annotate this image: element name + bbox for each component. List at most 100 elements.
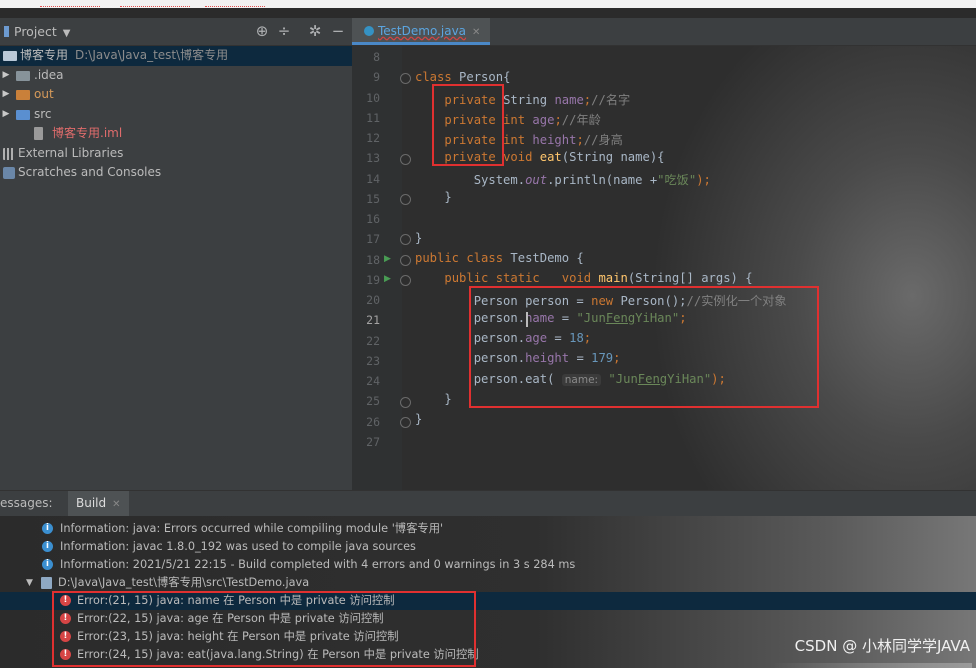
- code-token: }: [444, 392, 452, 406]
- code-token: class: [415, 70, 460, 84]
- message-row[interactable]: i Information: java: Errors occurred whi…: [0, 520, 976, 538]
- info-icon: i: [42, 541, 53, 552]
- code-line-18: public class TestDemo {: [415, 251, 584, 265]
- project-panel: Project ▼ ⊕ ÷ ✲ − 博客专用 D:\Java\Java_test\博…: [0, 18, 352, 490]
- fold-marker-icon[interactable]: [400, 154, 411, 165]
- tree-item-label: src: [34, 106, 52, 121]
- line-number: 19: [366, 272, 380, 287]
- run-arrow-icon[interactable]: ▶: [384, 254, 391, 264]
- message-file-row[interactable]: ▼ D:\Java\Java_test\博客专用\src\TestDemo.ja…: [0, 574, 976, 592]
- message-text: Information: java: Errors occurred while…: [60, 522, 444, 535]
- chevron-right-icon[interactable]: ▶: [0, 85, 12, 105]
- code-comment: //名字: [591, 93, 631, 107]
- tree-item-root[interactable]: 博客专用 D:\Java\Java_test\博客专用: [0, 46, 352, 66]
- tab-build[interactable]: Build ✕: [68, 491, 129, 516]
- code-token: }: [415, 231, 423, 245]
- code-comment: //身高: [583, 133, 623, 147]
- code-line-15: }: [415, 190, 451, 204]
- iml-file-icon: [34, 127, 43, 140]
- line-number: 26: [366, 414, 380, 429]
- code-line-17: }: [415, 231, 422, 245]
- line-number: 12: [366, 131, 380, 145]
- code-token: ;: [576, 133, 584, 147]
- fold-marker-icon[interactable]: [400, 417, 411, 428]
- watermark: CSDN @ 小林同学学JAVA: [794, 637, 970, 655]
- tab-label: Build: [76, 496, 107, 510]
- gear-icon[interactable]: ✲: [305, 21, 325, 41]
- project-view-selector[interactable]: Project ▼: [4, 24, 70, 39]
- annotation-box-errors: [52, 591, 476, 667]
- project-icon: [4, 26, 9, 37]
- code-token: System.: [473, 173, 526, 187]
- tab-testdemo-java[interactable]: TestDemo.java ✕: [352, 18, 491, 45]
- chevron-right-icon[interactable]: ▶: [0, 105, 12, 125]
- folder-icon: [16, 109, 30, 120]
- watermark-url-fade: [772, 663, 972, 668]
- tree-item-src[interactable]: ▶ src: [0, 105, 352, 125]
- line-number: 13: [366, 151, 380, 166]
- code-token: public class: [415, 251, 511, 265]
- collapse-icon[interactable]: ÷: [274, 21, 294, 41]
- line-number: 23: [366, 353, 380, 368]
- code-token: }: [415, 412, 423, 426]
- tree-item-out[interactable]: ▶ out: [0, 85, 352, 105]
- line-number: 9: [373, 70, 380, 85]
- line-number: 14: [366, 171, 380, 186]
- folder-icon: [16, 90, 30, 100]
- annotation-box-access: [469, 286, 819, 408]
- code-editor[interactable]: ▶ ▶ class Person{ private String name;//…: [352, 46, 976, 490]
- tree-item-iml[interactable]: 博客专用.iml: [0, 124, 352, 144]
- tree-item-external-libraries[interactable]: External Libraries: [0, 144, 352, 164]
- close-icon[interactable]: ✕: [472, 27, 480, 38]
- chevron-down-icon[interactable]: ▼: [26, 574, 33, 592]
- tree-item-label: 博客专用: [20, 48, 69, 62]
- tree-item-label: out: [34, 87, 54, 101]
- annotation-box-private: [432, 84, 504, 166]
- message-row[interactable]: i Information: javac 1.8.0_192 was used …: [0, 538, 976, 556]
- libraries-icon: [3, 147, 15, 160]
- fold-marker-icon[interactable]: [400, 73, 411, 84]
- code-token: int: [503, 113, 533, 127]
- code-token: (String name){: [561, 150, 665, 164]
- line-number: 11: [366, 110, 380, 125]
- minimize-icon[interactable]: −: [328, 21, 348, 41]
- line-number: 17: [366, 232, 380, 247]
- editor-tab-bar: TestDemo.java ✕: [352, 18, 976, 46]
- chevron-down-icon: ▼: [62, 28, 71, 39]
- code-token: (String[] args) {: [627, 271, 753, 285]
- top-strip: [0, 0, 976, 8]
- run-arrow-icon[interactable]: ▶: [384, 274, 391, 284]
- locate-icon[interactable]: ⊕: [252, 21, 272, 41]
- code-comment: //年龄: [561, 113, 601, 127]
- code-line-14: System.out.println(name +"吃饭");: [415, 170, 711, 188]
- messages-list: i Information: java: Errors occurred whi…: [0, 516, 976, 668]
- line-number: 25: [366, 394, 380, 409]
- fold-marker-icon[interactable]: [400, 255, 411, 266]
- message-text: D:\Java\Java_test\博客专用\src\TestDemo.java: [58, 576, 310, 589]
- fold-marker-icon[interactable]: [400, 275, 411, 286]
- message-row[interactable]: i Information: 2021/5/21 22:15 - Build c…: [0, 556, 976, 574]
- fold-marker-icon[interactable]: [400, 397, 411, 408]
- code-token: ;: [554, 113, 562, 127]
- code-token: public static: [444, 271, 548, 285]
- line-number: 22: [366, 333, 380, 348]
- code-token: String: [503, 93, 555, 107]
- fold-marker-icon[interactable]: [400, 194, 411, 205]
- code-token: eat: [539, 150, 562, 164]
- close-icon[interactable]: ✕: [112, 499, 120, 510]
- info-icon: i: [42, 559, 53, 570]
- line-number: 24: [366, 374, 380, 388]
- code-line-9: class Person{: [415, 70, 510, 84]
- tree-item-idea[interactable]: ▶ .idea: [0, 66, 352, 86]
- fold-marker-icon[interactable]: [400, 234, 411, 245]
- chevron-right-icon[interactable]: ▶: [0, 66, 12, 86]
- code-line-19: public static void main(String[] args) {: [415, 271, 753, 285]
- code-line-26: }: [415, 412, 422, 426]
- project-header: Project ▼ ⊕ ÷ ✲ −: [0, 18, 352, 46]
- tree-item-label: .idea: [34, 67, 64, 82]
- code-line-25: }: [415, 392, 452, 406]
- tree-item-scratches[interactable]: Scratches and Consoles: [0, 163, 352, 183]
- squiggle-mark: [40, 1, 100, 7]
- messages-header: essages: Build ✕: [0, 490, 976, 516]
- line-number: 20: [366, 293, 380, 307]
